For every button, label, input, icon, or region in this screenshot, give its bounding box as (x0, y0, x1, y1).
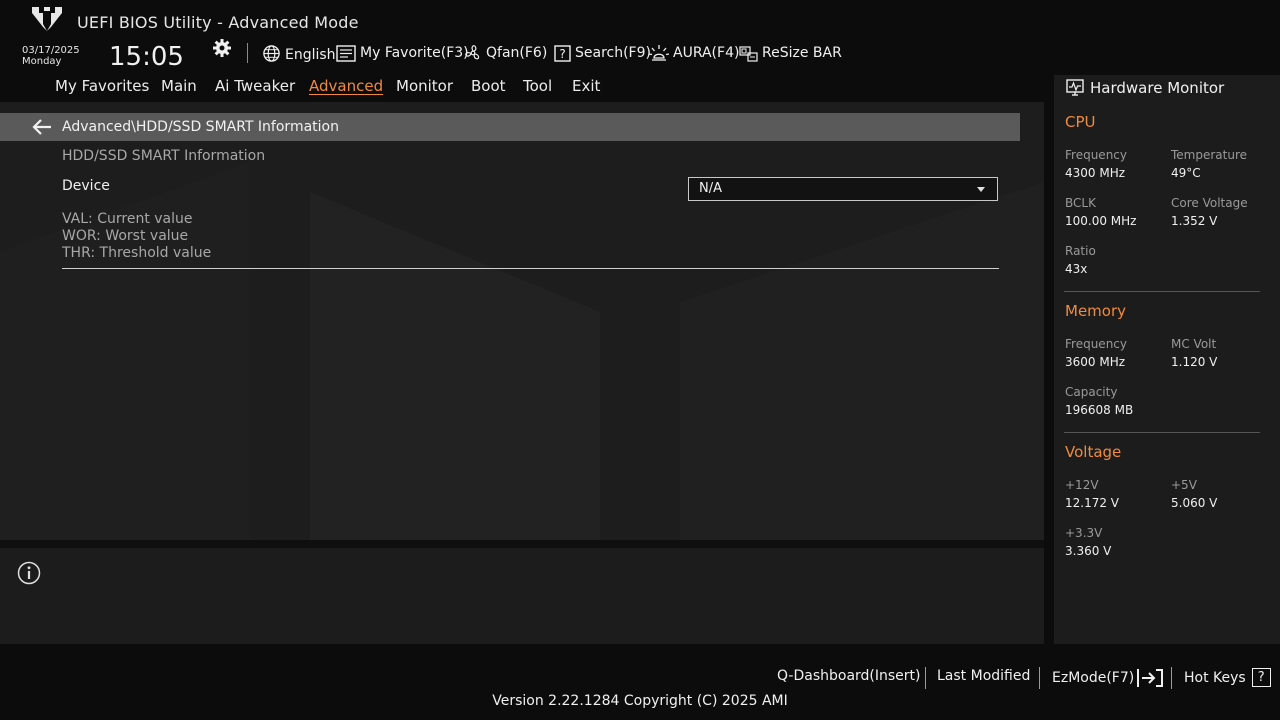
v12-label: +12V (1065, 478, 1099, 492)
search-icon: ? (554, 44, 571, 62)
tab-my-favorites[interactable]: My Favorites (55, 77, 149, 95)
aura-label: AURA(F4) (673, 45, 740, 61)
tab-boot[interactable]: Boot (471, 77, 506, 95)
globe-icon (263, 44, 280, 62)
ratio-label: Ratio (1065, 244, 1096, 258)
panel-divider (1044, 75, 1054, 644)
device-dropdown-value: N/A (699, 181, 722, 196)
cpu-temperature-value: 49°C (1171, 166, 1201, 180)
tab-monitor[interactable]: Monitor (396, 77, 453, 95)
memory-frequency-label: Frequency (1065, 337, 1127, 351)
voltage-section-title: Voltage (1065, 443, 1122, 461)
hot-keys-label: Hot Keys (1184, 669, 1246, 686)
v5-label: +5V (1171, 478, 1197, 492)
header-bar (0, 0, 1280, 75)
core-voltage-label: Core Voltage (1171, 196, 1248, 210)
my-favorite-label: My Favorite(F3) (360, 45, 469, 61)
core-voltage-value: 1.352 V (1171, 214, 1218, 228)
panel-separator (0, 540, 1044, 548)
language-label: English (285, 46, 336, 63)
date-text: 03/17/2025 (22, 45, 80, 56)
app-title: UEFI BIOS Utility - Advanced Mode (77, 13, 359, 32)
back-arrow-icon[interactable] (31, 118, 53, 136)
resize-bar-label: ReSize BAR (762, 45, 842, 61)
ezmode-label: EzMode(F7) (1052, 670, 1135, 686)
legend-val: VAL: Current value (62, 211, 193, 227)
gear-icon[interactable] (212, 38, 232, 58)
memory-section-title: Memory (1065, 302, 1127, 320)
date-display: 03/17/2025 Monday (22, 45, 80, 67)
cpu-temperature-label: Temperature (1171, 148, 1248, 162)
info-icon (17, 561, 41, 585)
footer-separator (1171, 667, 1172, 689)
fan-icon (465, 45, 480, 60)
hardware-monitor-title: Hardware Monitor (1090, 79, 1225, 97)
help-icon: ? (1251, 668, 1271, 687)
mc-volt-label: MC Volt (1171, 337, 1217, 351)
qfan-label: Qfan(F6) (486, 45, 548, 61)
bclk-label: BCLK (1065, 196, 1096, 210)
footer-separator (925, 667, 926, 689)
v33-label: +3.3V (1065, 526, 1103, 540)
resize-bar-button[interactable]: ReSize BAR (739, 43, 842, 63)
capacity-value: 196608 MB (1065, 403, 1134, 417)
ezmode-exit-icon (1137, 669, 1164, 687)
last-modified-button[interactable]: Last Modified (937, 668, 1030, 684)
tab-advanced[interactable]: Advanced (309, 77, 383, 95)
v5-value: 5.060 V (1171, 496, 1218, 510)
section-title: HDD/SSD SMART Information (62, 148, 266, 164)
help-panel (0, 548, 1044, 644)
resize-bar-icon (739, 46, 758, 62)
mc-volt-value: 1.120 V (1171, 355, 1218, 369)
bclk-value: 100.00 MHz (1065, 214, 1137, 228)
legend-wor: WOR: Worst value (62, 228, 189, 244)
cpu-frequency-value: 4300 MHz (1065, 166, 1126, 180)
chevron-down-icon (977, 187, 985, 192)
version-text: Version 2.22.1284 Copyright (C) 2025 AMI (492, 693, 788, 709)
my-favorite-button[interactable]: My Favorite(F3) (336, 43, 469, 63)
tuf-logo (32, 7, 62, 31)
device-dropdown[interactable]: N/A (688, 177, 998, 201)
tab-ai-tweaker[interactable]: Ai Tweaker (215, 77, 295, 95)
favorite-icon (336, 44, 356, 62)
breadcrumb: Advanced\HDD/SSD SMART Information (62, 119, 339, 135)
cpu-section-title: CPU (1065, 113, 1096, 131)
tab-tool[interactable]: Tool (523, 77, 552, 95)
search-label: Search(F9) (575, 45, 651, 61)
v12-value: 12.172 V (1065, 496, 1120, 510)
weekday-text: Monday (22, 56, 62, 67)
header-separator (247, 43, 248, 63)
clock[interactable]: 15:05 (109, 42, 184, 72)
background-pattern (0, 162, 1044, 540)
capacity-label: Capacity (1065, 385, 1118, 399)
search-button[interactable]: ? Search(F9) (554, 43, 651, 63)
hot-keys-button[interactable]: Hot Keys ? (1184, 668, 1271, 687)
content-panel (0, 102, 1044, 540)
cpu-frequency-label: Frequency (1065, 148, 1127, 162)
divider (1064, 432, 1260, 433)
legend-thr: THR: Threshold value (62, 245, 212, 261)
q-dashboard-button[interactable]: Q-Dashboard(Insert) (777, 668, 921, 684)
divider (1064, 291, 1260, 292)
ezmode-button[interactable]: EzMode(F7) (1052, 668, 1164, 688)
footer-separator (1039, 667, 1040, 689)
hardware-monitor-icon (1066, 79, 1084, 96)
ratio-value: 43x (1065, 262, 1088, 276)
tab-main[interactable]: Main (161, 77, 197, 95)
svg-text:?: ? (559, 47, 565, 61)
v33-value: 3.360 V (1065, 544, 1112, 558)
divider (62, 268, 999, 269)
qfan-button[interactable]: Qfan(F6) (464, 43, 547, 63)
aura-button[interactable]: AURA(F4) (649, 43, 739, 63)
main-nav: My Favorites Main Ai Tweaker Advanced Mo… (0, 75, 1044, 102)
language-button[interactable]: English (262, 43, 336, 63)
aura-icon (649, 45, 669, 61)
device-label: Device (62, 178, 110, 194)
tab-exit[interactable]: Exit (572, 77, 600, 95)
memory-frequency-value: 3600 MHz (1065, 355, 1126, 369)
